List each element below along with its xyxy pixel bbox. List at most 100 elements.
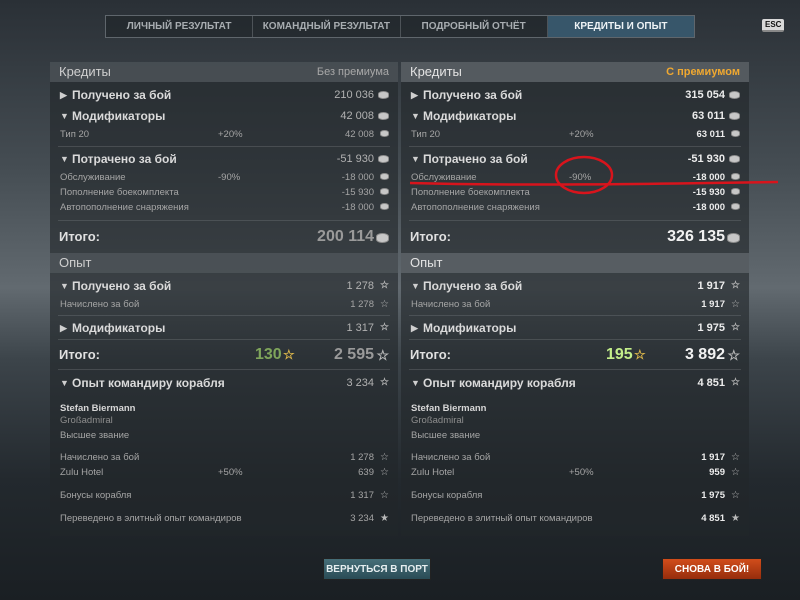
credits-service-row: Обслуживание -90% -18 000 xyxy=(401,170,749,185)
no-premium-label: Без премиума xyxy=(316,66,389,78)
commander-grade: Высшее звание xyxy=(411,430,481,441)
row-label: Опыт командиру корабля xyxy=(423,376,576,390)
row-value: 959 xyxy=(709,467,725,478)
credit-icon xyxy=(380,130,389,137)
battle-again-button[interactable]: СНОВА В БОЙ! xyxy=(662,558,762,580)
row-value: 42 008 xyxy=(340,110,374,122)
row-label: Пополнение боекомплекта xyxy=(60,187,179,198)
row-label: Потрачено за бой xyxy=(423,152,528,166)
xp-star-icon: ☆ xyxy=(380,377,389,388)
return-to-port-button[interactable]: ВЕРНУТЬСЯ В ПОРТ xyxy=(323,558,431,580)
credits-tier-row: Тип 20 +20% 42 008 xyxy=(50,127,398,142)
divider xyxy=(58,339,390,340)
credits-total-row: Итого: 200 114 xyxy=(50,225,398,249)
credits-ammo-row: Пополнение боекомплекта -15 930 xyxy=(50,185,398,200)
row-label: Получено за бой xyxy=(423,88,523,102)
row-value: 1 278 xyxy=(346,280,374,292)
credits-spent-row[interactable]: ▼ Потрачено за бой -51 930 xyxy=(401,149,749,169)
xp-title: Опыт xyxy=(59,255,92,270)
row-value: 1 975 xyxy=(701,490,725,501)
commander-flag-row: Zulu Hotel +50% 959 ☆ xyxy=(401,465,749,480)
row-value: 315 054 xyxy=(685,89,725,101)
collapse-arrow-icon: ▼ xyxy=(60,111,69,121)
elite-xp-icon: ★ xyxy=(380,513,389,524)
total-label: Итого: xyxy=(59,229,100,244)
xp-star-icon: ☆ xyxy=(727,347,740,363)
tab-detailed-report[interactable]: ПОДРОБНЫЙ ОТЧЁТ xyxy=(401,16,548,37)
tab-bar: ЛИЧНЫЙ РЕЗУЛЬТАТ КОМАНДНЫЙ РЕЗУЛЬТАТ ПОД… xyxy=(105,15,695,38)
total-value: 326 135 xyxy=(667,228,725,245)
divider xyxy=(58,315,390,316)
credits-spent-row[interactable]: ▼ Потрачено за бой -51 930 xyxy=(50,149,398,169)
credit-icon xyxy=(731,130,740,137)
row-label: Получено за бой xyxy=(72,279,172,293)
commander-flag-row: Zulu Hotel +50% 639 ☆ xyxy=(50,465,398,480)
row-value: -51 930 xyxy=(336,153,374,165)
row-value: -18 000 xyxy=(692,172,725,183)
row-value: 63 011 xyxy=(696,129,725,140)
row-percent: -90% xyxy=(218,172,241,183)
xp-total-row: Итого: 195 ☆ 3 892 ☆ xyxy=(401,343,749,367)
credit-icon xyxy=(376,233,389,243)
credit-icon xyxy=(731,173,740,180)
credits-supply-row: Автопополнение снаряжения -18 000 xyxy=(50,200,398,215)
commander-xp-row[interactable]: ▼ Опыт командиру корабля 4 851 ☆ xyxy=(401,373,749,393)
collapse-arrow-icon: ▼ xyxy=(411,378,420,388)
row-label: Тип 20 xyxy=(411,129,441,140)
commander-bonus-row: Бонусы корабля 1 317 ☆ xyxy=(50,488,398,503)
row-label: Получено за бой xyxy=(72,88,172,102)
row-value: 1 917 xyxy=(701,299,725,310)
total-label: Итого: xyxy=(410,229,451,244)
commander-xp-row[interactable]: ▼ Опыт командиру корабля 3 234 ☆ xyxy=(50,373,398,393)
xp-star-icon: ☆ xyxy=(376,347,389,363)
row-label: Тип 20 xyxy=(60,129,90,140)
tab-credits-xp[interactable]: КРЕДИТЫ И ОПЫТ xyxy=(547,16,694,37)
row-label: Опыт командиру корабля xyxy=(72,376,225,390)
xp-earned-row[interactable]: ▼ Получено за бой 1 917 ☆ xyxy=(401,276,749,296)
tab-personal-result[interactable]: ЛИЧНЫЙ РЕЗУЛЬТАТ xyxy=(106,16,254,37)
credit-icon xyxy=(380,173,389,180)
row-label: Модификаторы xyxy=(423,321,517,335)
xp-modifiers-row[interactable]: ▶ Модификаторы 1 317 ☆ xyxy=(50,318,398,338)
total-label: Итого: xyxy=(410,347,451,362)
divider xyxy=(409,369,741,370)
esc-button[interactable]: ESC xyxy=(762,19,785,32)
xp-star-icon: ☆ xyxy=(731,467,740,478)
row-value: -15 930 xyxy=(341,187,374,198)
divider xyxy=(409,339,741,340)
row-value: -18 000 xyxy=(692,202,725,213)
xp-star-icon: ☆ xyxy=(380,467,389,478)
row-value: -51 930 xyxy=(687,153,725,165)
total-label: Итого: xyxy=(59,347,100,362)
row-value: 42 008 xyxy=(344,129,374,140)
commander-grade: Высшее звание xyxy=(60,430,130,441)
xp-header: Опыт xyxy=(50,253,398,273)
xp-earned-row[interactable]: ▼ Получено за бой 1 278 ☆ xyxy=(50,276,398,296)
credits-header: Кредиты Без премиума xyxy=(50,62,398,82)
credits-modifiers-row[interactable]: ▼ Модификаторы 42 008 xyxy=(50,106,398,126)
xp-star-icon: ☆ xyxy=(380,280,389,291)
commander-name: Stefan Biermann xyxy=(60,403,136,414)
expand-arrow-icon: ▶ xyxy=(411,90,418,100)
credits-title: Кредиты xyxy=(59,64,111,79)
row-label: Получено за бой xyxy=(423,279,523,293)
row-label: Пополнение боекомплекта xyxy=(411,187,530,198)
free-xp-star-icon: ☆ xyxy=(634,347,646,362)
row-value: 3 234 xyxy=(350,513,374,524)
xp-star-icon: ☆ xyxy=(380,452,389,463)
xp-title: Опыт xyxy=(410,255,443,270)
row-label: Автопополнение снаряжения xyxy=(411,202,540,213)
row-label: Автопополнение снаряжения xyxy=(60,202,189,213)
credit-icon xyxy=(378,155,389,163)
credit-icon xyxy=(380,188,389,195)
xp-star-icon: ☆ xyxy=(731,299,740,310)
free-xp-value: 195 xyxy=(606,346,633,363)
credits-modifiers-row[interactable]: ▼ Модификаторы 63 011 xyxy=(401,106,749,126)
credits-earned-row[interactable]: ▶ Получено за бой 210 036 xyxy=(50,85,398,105)
row-value: 1 317 xyxy=(350,490,374,501)
xp-modifiers-row[interactable]: ▶ Модификаторы 1 975 ☆ xyxy=(401,318,749,338)
credits-earned-row[interactable]: ▶ Получено за бой 315 054 xyxy=(401,85,749,105)
tab-team-result[interactable]: КОМАНДНЫЙ РЕЗУЛЬТАТ xyxy=(253,16,401,37)
row-percent: +20% xyxy=(569,129,594,140)
row-value: 639 xyxy=(358,467,374,478)
